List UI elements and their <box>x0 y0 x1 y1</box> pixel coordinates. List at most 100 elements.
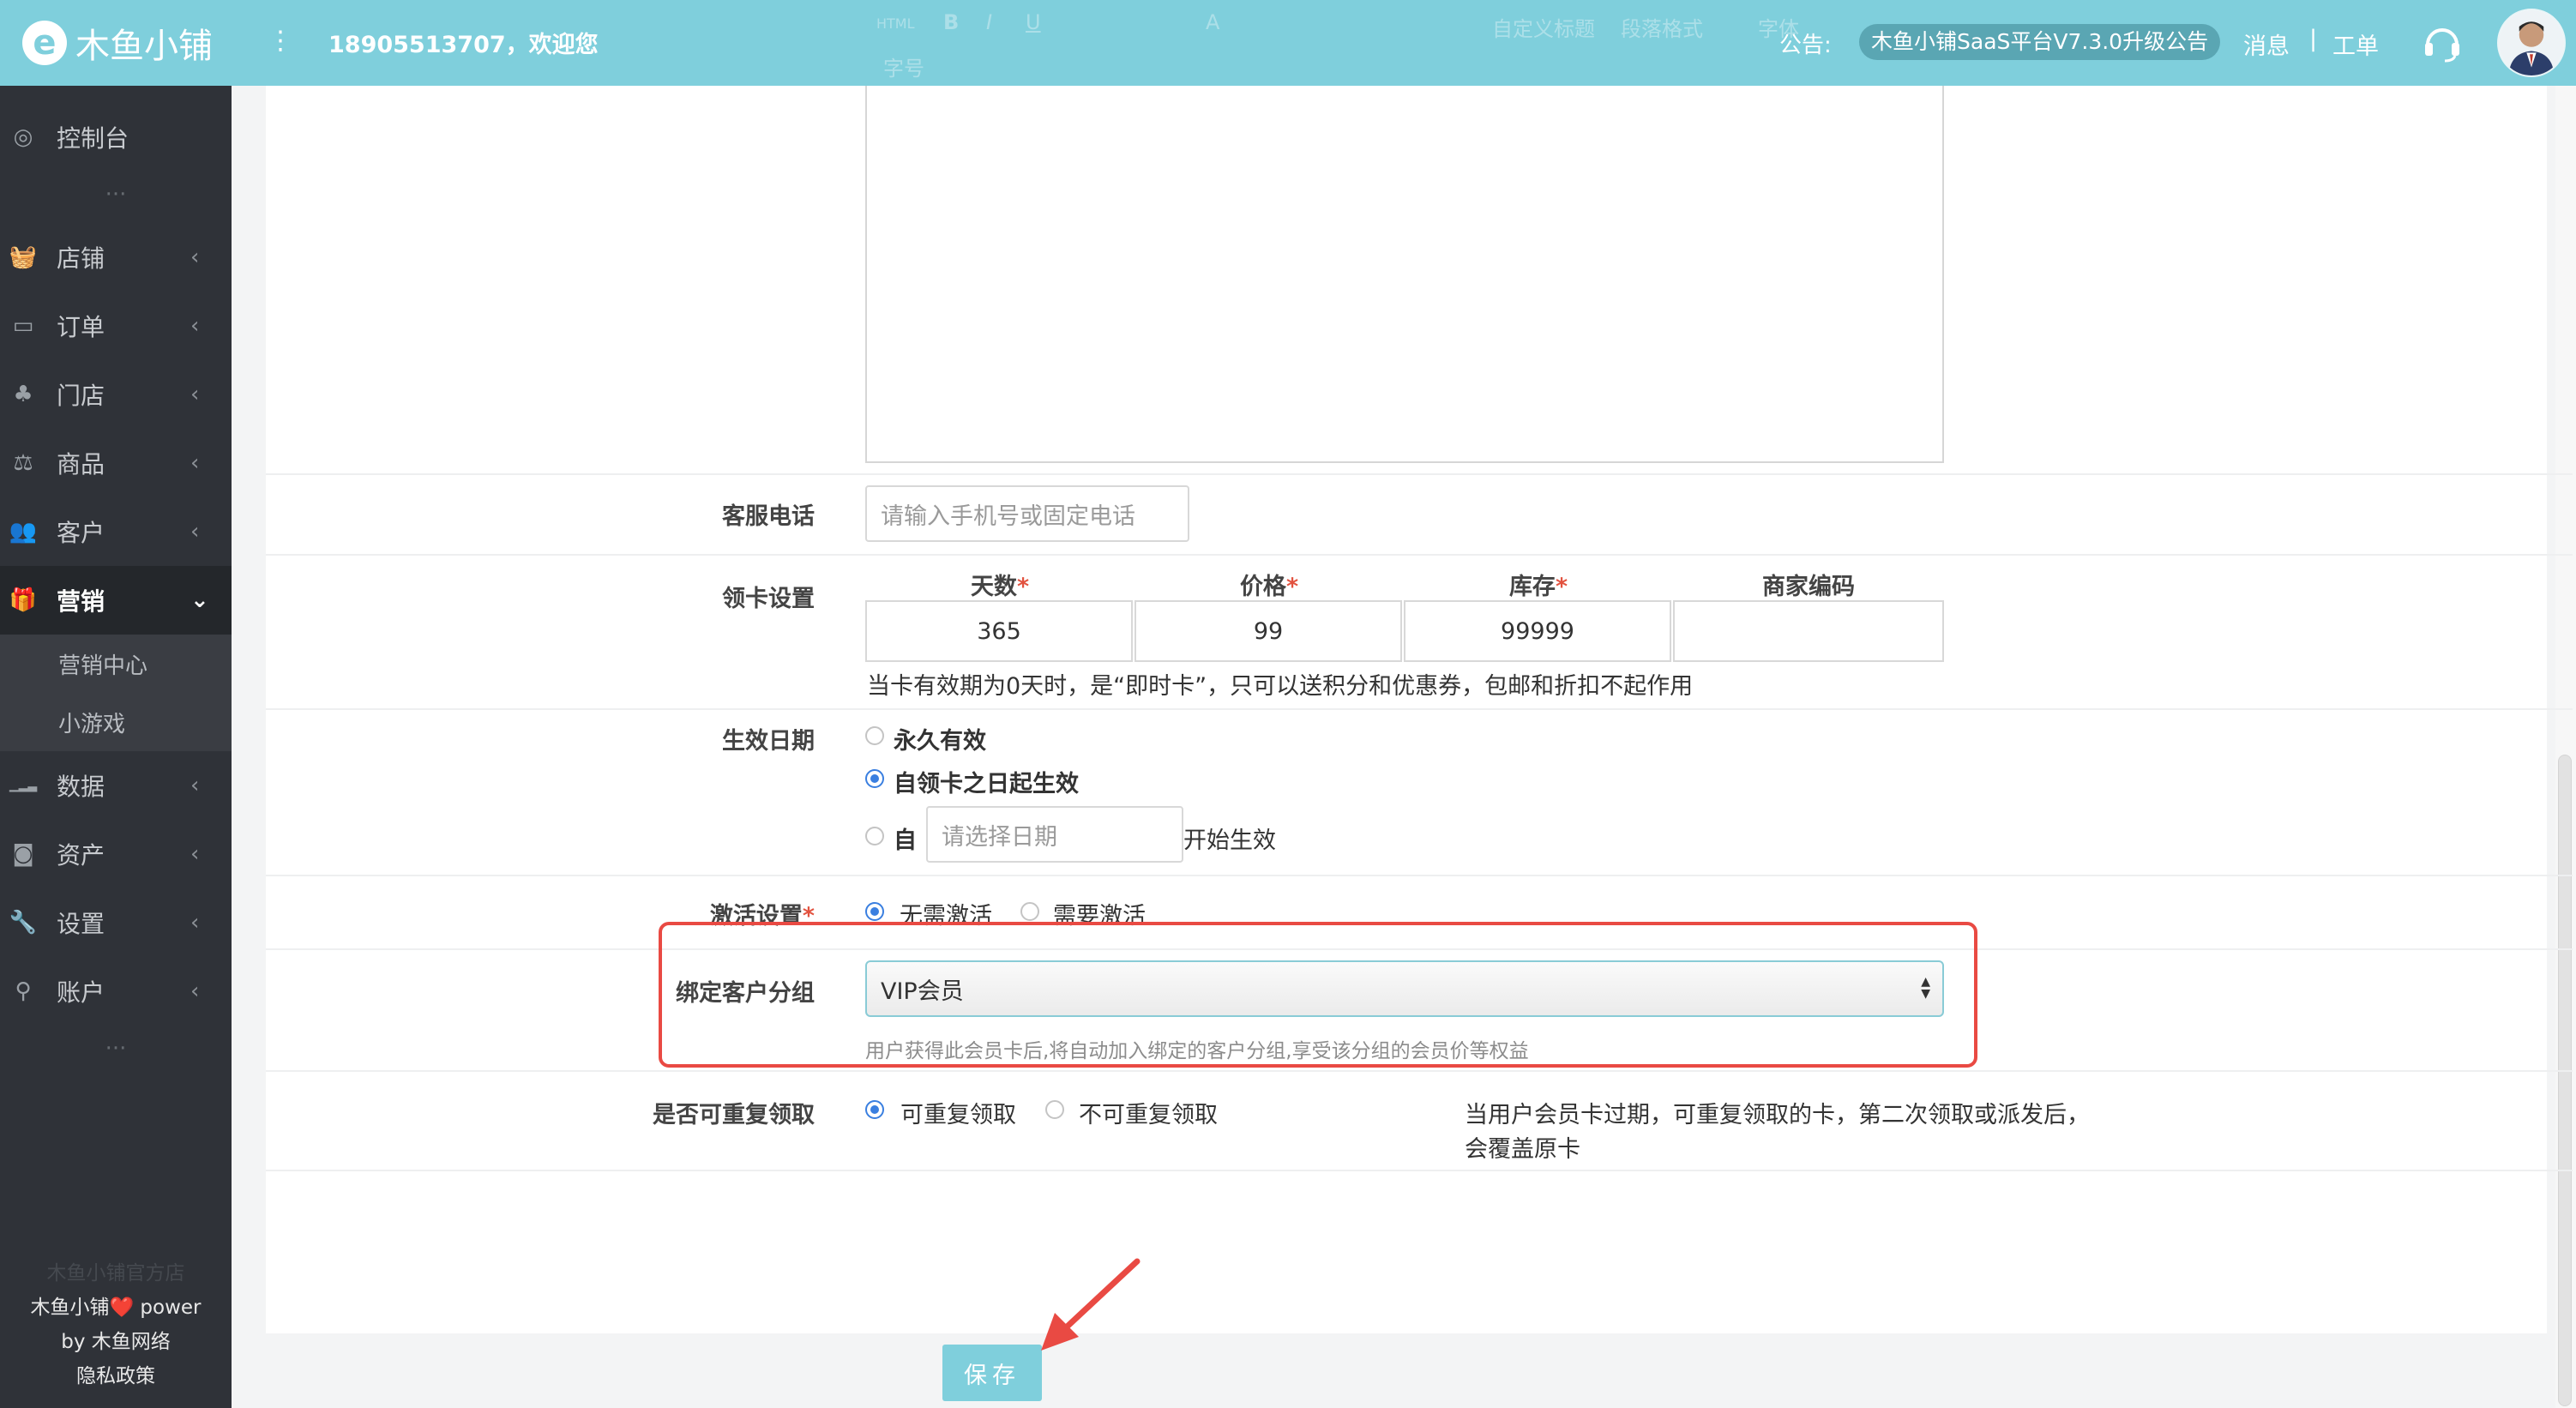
save-bar <box>266 1333 2555 1408</box>
user-avatar[interactable] <box>2497 9 2566 77</box>
sidebar-item-assets[interactable]: ◙ 资产 ‹ <box>0 820 232 888</box>
card-settings-label: 领卡设置 <box>722 586 815 612</box>
sidebar-item-dashboard[interactable]: ◎ 控制台 <box>0 103 232 171</box>
chevron-left-icon: ‹ <box>190 382 200 407</box>
radio-from-claim-date[interactable] <box>865 769 884 788</box>
radio-from-date[interactable] <box>865 827 884 845</box>
chevron-down-icon: ⌄ <box>190 587 209 613</box>
dashboard-icon: ◎ <box>13 124 33 150</box>
font-color-button[interactable]: A <box>1206 10 1219 34</box>
start-date-input[interactable]: 请选择日期 <box>926 806 1183 863</box>
welcome-text: 18905513707，欢迎您 <box>328 32 599 58</box>
balance-scale-icon: ⚖ <box>13 450 33 476</box>
sidebar-subitem-mini-games[interactable]: 小游戏 <box>0 693 232 751</box>
col-days-header: 天数* <box>970 574 1030 600</box>
radio-from-date-label[interactable]: 自 <box>894 821 917 855</box>
card-settings-note: 当卡有效期为0天时，是“即时卡”，只可以送积分和优惠券，包邮和折扣不起作用 <box>867 673 1694 700</box>
logo-icon: e <box>22 21 67 65</box>
sidebar-item-goods[interactable]: ⚖ 商品 ‹ <box>0 429 232 497</box>
chevron-left-icon: ‹ <box>190 450 200 476</box>
footer-shop-link[interactable]: 木鱼小铺官方店 <box>0 1256 232 1291</box>
radio-need-activation[interactable] <box>1020 902 1039 921</box>
chevron-left-icon: ‹ <box>190 244 200 270</box>
html-source-button[interactable]: HTML <box>876 15 915 32</box>
sidebar-item-label: 数据 <box>57 773 105 801</box>
store-sitemap-icon: ♣ <box>13 382 33 407</box>
sidebar-dots: ··· <box>105 1036 127 1062</box>
money-icon: ◙ <box>12 841 34 867</box>
privacy-policy-link[interactable]: 隐私政策 <box>0 1359 232 1393</box>
row-divider <box>266 554 2573 556</box>
paragraph-format-select[interactable]: 段落格式 <box>1621 12 1703 42</box>
radio-permanent[interactable] <box>865 726 884 745</box>
col-stock-header: 库存* <box>1508 574 1568 600</box>
col-price-header: 价格* <box>1239 574 1299 600</box>
sidebar-subitem-label: 营销中心 <box>58 653 148 679</box>
sidebar-item-marketing[interactable]: 🎁 营销 ⌄ <box>0 566 232 635</box>
sidebar-item-label: 商品 <box>57 450 105 478</box>
repeat-claim-label: 是否可重复领取 <box>653 1102 815 1128</box>
footer-by-text[interactable]: by 木鱼网络 <box>0 1325 232 1359</box>
italic-button[interactable]: I <box>986 10 992 34</box>
radio-from-claim-date-label[interactable]: 自领卡之日起生效 <box>894 765 1079 798</box>
font-size-select[interactable]: 字号 <box>883 51 924 81</box>
sidebar-item-shop[interactable]: 🧺 店铺 ‹ <box>0 223 232 292</box>
sidebar-subitem-label: 小游戏 <box>58 711 126 737</box>
logo[interactable]: e 木鱼小铺 <box>22 19 213 67</box>
price-input[interactable]: 99 <box>1135 600 1402 662</box>
sidebar-item-label: 设置 <box>57 910 105 938</box>
key-icon: ⚲ <box>15 978 32 1004</box>
save-button[interactable]: 保存 <box>942 1345 1042 1401</box>
sidebar-item-stores[interactable]: ♣ 门店 ‹ <box>0 360 232 429</box>
sidebar-item-label: 营销 <box>57 587 105 616</box>
radio-not-repeatable-label[interactable]: 不可重复领取 <box>1079 1096 1218 1129</box>
radio-permanent-label[interactable]: 永久有效 <box>894 722 986 755</box>
days-input[interactable]: 365 <box>865 600 1133 662</box>
radio-no-activation[interactable] <box>865 902 884 921</box>
sidebar-item-orders[interactable]: ▭ 订单 ‹ <box>0 292 232 360</box>
signal-bars-icon: ▁▂▃ <box>9 779 38 792</box>
notice-label: 公告: <box>1779 33 1832 58</box>
service-phone-placeholder: 请输入手机号或固定电话 <box>881 502 1135 530</box>
row-divider <box>266 1170 2573 1171</box>
menu-toggle-icon[interactable]: ⋮ <box>268 26 293 57</box>
start-effective-text: 开始生效 <box>1183 827 1276 854</box>
shop-basket-icon: 🧺 <box>9 244 38 270</box>
sidebar-item-label: 账户 <box>57 978 105 1007</box>
sidebar-item-settings[interactable]: 🔧 设置 ‹ <box>0 888 232 957</box>
chevron-left-icon: ‹ <box>190 841 200 867</box>
underline-button[interactable]: U <box>1026 10 1041 34</box>
row-divider <box>266 708 2573 710</box>
radio-not-repeatable[interactable] <box>1045 1100 1064 1119</box>
merchant-code-input[interactable] <box>1673 600 1944 662</box>
repeat-note-line2: 会覆盖原卡 <box>1465 1136 1580 1163</box>
notice-link[interactable]: 木鱼小铺SaaS平台V7.3.0升级公告 <box>1859 24 2221 60</box>
sidebar-item-label: 控制台 <box>57 124 129 153</box>
rich-text-editor[interactable] <box>865 86 1944 463</box>
radio-repeatable-label[interactable]: 可重复领取 <box>900 1096 1016 1129</box>
chevron-left-icon: ‹ <box>190 910 200 936</box>
radio-repeatable[interactable] <box>865 1100 884 1119</box>
sidebar-subitem-marketing-center[interactable]: 营销中心 <box>0 635 232 693</box>
headset-icon[interactable] <box>2421 21 2464 63</box>
sidebar-item-customers[interactable]: 👥 客户 ‹ <box>0 497 232 566</box>
sidebar-item-label: 客户 <box>57 519 105 547</box>
top-bar: e 木鱼小铺 ⋮ 18905513707，欢迎您 HTML B I U A 自定… <box>0 0 2576 86</box>
custom-title-select[interactable]: 自定义标题 <box>1492 12 1595 42</box>
messages-link[interactable]: 消息 <box>2243 27 2290 61</box>
users-icon: 👥 <box>9 519 38 545</box>
tickets-link[interactable]: 工单 <box>2332 27 2379 61</box>
effective-date-label: 生效日期 <box>722 728 815 755</box>
bold-button[interactable]: B <box>943 10 959 34</box>
stock-input[interactable]: 99999 <box>1404 600 1671 662</box>
col-merchant-code-header: 商家编码 <box>1762 574 1855 600</box>
scrollbar-thumb[interactable] <box>2558 755 2572 1406</box>
service-phone-input[interactable]: 请输入手机号或固定电话 <box>865 485 1189 542</box>
sidebar-item-account[interactable]: ⚲ 账户 ‹ <box>0 957 232 1026</box>
sidebar-item-data[interactable]: ▁▂▃ 数据 ‹ <box>0 751 232 820</box>
chevron-left-icon: ‹ <box>190 519 200 545</box>
wrench-icon: 🔧 <box>9 910 38 936</box>
row-divider <box>266 875 2573 876</box>
row-divider <box>266 473 2573 475</box>
highlight-box <box>659 922 1977 1068</box>
